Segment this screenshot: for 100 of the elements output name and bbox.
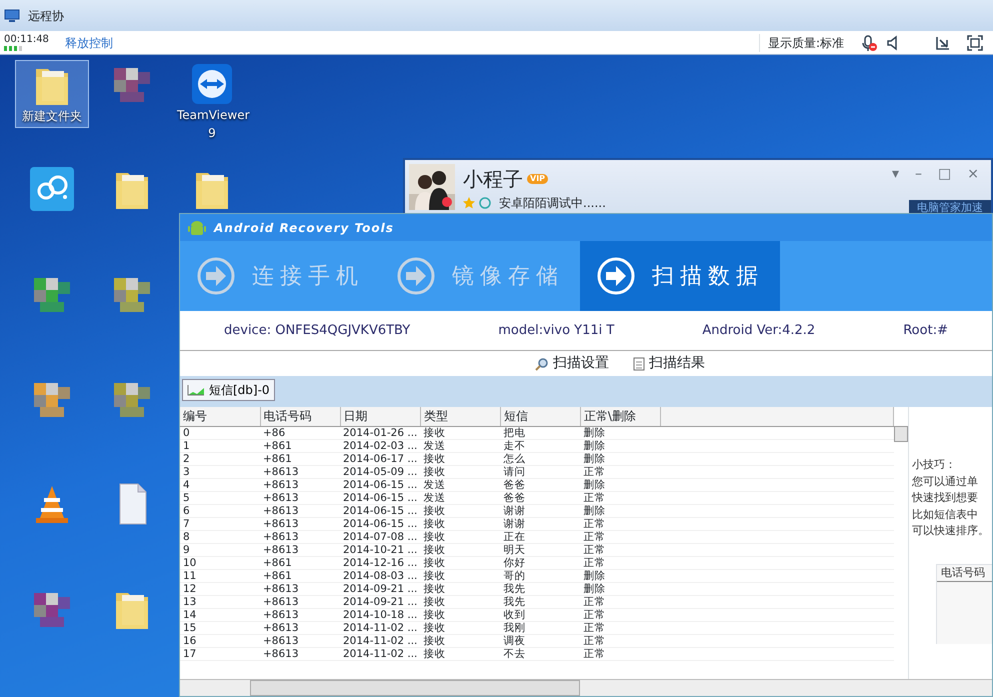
column-header[interactable]: 日期: [340, 407, 420, 426]
column-header[interactable]: 正常\删除: [580, 407, 660, 426]
table-cell: 爸爸: [500, 478, 580, 491]
icon-label[interactable]: TeamViewer 9: [177, 106, 247, 142]
table-cell: 2014-01-26 ...: [340, 426, 420, 439]
table-cell: 2014-09-21 ...: [340, 582, 420, 595]
step-tab[interactable]: 扫描数据: [580, 241, 780, 311]
chart-icon: [187, 384, 205, 396]
table-cell: 2014-06-17 ...: [340, 452, 420, 465]
table-cell: 15: [180, 621, 260, 634]
device-info-text: Android Ver:4.2.2: [702, 322, 816, 340]
table-cell: 17: [180, 647, 260, 660]
table-cell: +861: [260, 556, 340, 569]
table-cell: 接收: [420, 426, 500, 439]
window-control-button[interactable]: □: [938, 164, 952, 185]
table-cell: 接收: [420, 556, 500, 569]
table-cell: 5: [180, 491, 260, 504]
table-cell: 正在: [500, 530, 580, 543]
table-cell: +8613: [260, 530, 340, 543]
table-cell: 收到: [500, 608, 580, 621]
teamviewer-icon[interactable]: [190, 62, 234, 106]
table-cell: 14: [180, 608, 260, 621]
table-cell: 接收: [420, 634, 500, 647]
table-cell: 0: [180, 426, 260, 439]
table-cell: 走不: [500, 439, 580, 452]
column-header[interactable]: 编号: [180, 407, 260, 426]
table-cell: 接收: [420, 647, 500, 660]
table-cell: 接收: [420, 465, 500, 478]
tip-text: 快速找到想要: [912, 490, 979, 506]
table-cell: 2014-11-02 ...: [340, 647, 420, 660]
table-cell: +861: [260, 452, 340, 465]
table-cell: 接收: [420, 595, 500, 608]
quality-selector[interactable]: 显示质量:标准: [758, 34, 844, 52]
tip-title: 小技巧：: [912, 457, 957, 473]
table-cell: 10: [180, 556, 260, 569]
dock-icon[interactable]: [935, 34, 951, 50]
data-tab[interactable]: 短信[db]-0: [182, 379, 275, 401]
tip-text: 比如短信表中: [912, 506, 979, 522]
monitor-icon: [4, 8, 20, 22]
column-header[interactable]: 类型: [420, 407, 500, 426]
tip-text: 可以快速排序。: [912, 523, 990, 539]
desktop-shortcut[interactable]: TeamViewer 9: [175, 60, 249, 144]
device-info-text: Root:#: [903, 322, 948, 340]
ring-icon: [479, 197, 491, 209]
table-cell: 3: [180, 465, 260, 478]
table-cell: 1: [180, 439, 260, 452]
table-cell: 我先: [500, 582, 580, 595]
document-icon: [633, 356, 645, 370]
table-cell: 发送: [420, 439, 500, 452]
table-cell: 我刚: [500, 621, 580, 634]
table-cell: 正常: [580, 517, 660, 530]
horizontal-scrollbar[interactable]: [180, 679, 992, 696]
table-cell: 接收: [420, 517, 500, 530]
table-cell: +8613: [260, 491, 340, 504]
table-cell: 2014-07-08 ...: [340, 530, 420, 543]
column-header[interactable]: 电话号码: [260, 407, 340, 426]
window-title: 远程协: [28, 8, 64, 24]
table-cell: 发送: [420, 478, 500, 491]
table-cell: 删除: [580, 452, 660, 465]
table-cell: 2014-06-15 ...: [340, 478, 420, 491]
table-cell: 2014-06-15 ...: [340, 491, 420, 504]
table-cell: 6: [180, 504, 260, 517]
window-control-button[interactable]: ▾: [892, 164, 900, 185]
table-cell: 正常: [580, 556, 660, 569]
scroll-thumb[interactable]: [250, 680, 580, 696]
vip-badge: VIP: [527, 174, 548, 184]
table-cell: 不去: [500, 647, 580, 660]
table-cell: 接收: [420, 608, 500, 621]
toolbar-button[interactable]: 扫描设置: [535, 353, 609, 374]
desktop-shortcut[interactable]: 新建文件夹: [15, 60, 89, 128]
icon-label[interactable]: 新建文件夹: [18, 107, 86, 125]
fullscreen-icon[interactable]: [967, 34, 983, 50]
table-cell: 怎么: [500, 452, 580, 465]
table-cell: 把电: [500, 426, 580, 439]
mic-muted-icon[interactable]: [860, 34, 878, 52]
table-cell: +8613: [260, 465, 340, 478]
table-cell: 正常: [580, 621, 660, 634]
column-header[interactable]: 短信: [500, 407, 580, 426]
window-control-button[interactable]: –: [915, 164, 922, 185]
table-cell: 9: [180, 543, 260, 556]
table-cell: 2014-09-21 ...: [340, 595, 420, 608]
table-cell: +8613: [260, 634, 340, 647]
table-cell: 删除: [580, 504, 660, 517]
table-cell: +8613: [260, 582, 340, 595]
table-cell: 16: [180, 634, 260, 647]
table-cell: 2014-11-02 ...: [340, 621, 420, 634]
window-control-button[interactable]: ×: [967, 164, 979, 185]
table-cell: 接收: [420, 543, 500, 556]
table-cell: 正常: [580, 491, 660, 504]
release-control-link[interactable]: 释放控制: [64, 34, 113, 52]
scroll-thumb[interactable]: [894, 426, 908, 442]
android-icon: [188, 218, 206, 236]
table-cell: +8613: [260, 621, 340, 634]
toolbar-button[interactable]: 扫描结果: [633, 353, 705, 374]
table-cell: +8613: [260, 543, 340, 556]
table-cell: 2014-08-03 ...: [340, 569, 420, 582]
table-cell: 删除: [580, 478, 660, 491]
table-cell: +861: [260, 439, 340, 452]
table-cell: +8613: [260, 595, 340, 608]
search-icon: [535, 356, 549, 370]
